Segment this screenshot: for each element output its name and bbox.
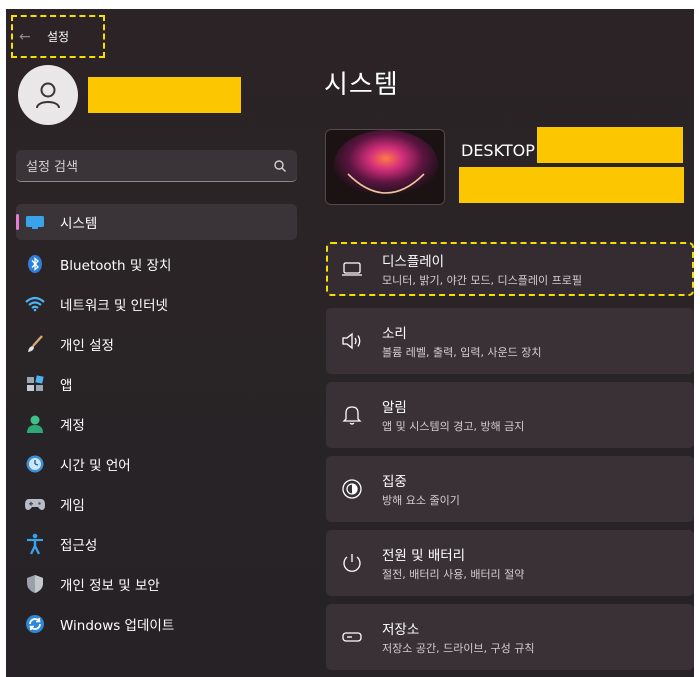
card-subtitle: 방해 요소 줄이기 bbox=[382, 494, 460, 507]
card-subtitle: 앱 및 시스템의 경고, 방해 금지 bbox=[382, 420, 525, 433]
system-icon bbox=[24, 211, 46, 233]
sidebar-item-label: 네트워크 및 인터넷 bbox=[60, 298, 168, 314]
card-title: 소리 bbox=[382, 326, 407, 342]
card-power-battery[interactable]: 전원 및 배터리 절전, 배터리 사용, 배터리 절약 bbox=[326, 530, 694, 596]
sidebar-item-label: 게임 bbox=[60, 498, 85, 514]
username-redaction bbox=[88, 77, 241, 113]
wallpaper-image bbox=[326, 130, 444, 204]
card-storage[interactable]: 저장소 저장소 공간, 드라이브, 구성 규칙 bbox=[326, 604, 694, 670]
sidebar-item-accounts[interactable]: 계정 bbox=[16, 404, 297, 444]
card-sound[interactable]: 소리 볼륨 레벨, 출력, 입력, 사운드 장치 bbox=[326, 308, 694, 374]
account-icon bbox=[24, 413, 46, 435]
sidebar-item-label: 접근성 bbox=[60, 538, 98, 554]
bell-icon bbox=[340, 403, 364, 427]
device-name-redaction bbox=[537, 127, 683, 163]
card-subtitle: 볼륨 레벨, 출력, 입력, 사운드 장치 bbox=[382, 346, 542, 359]
card-display[interactable]: 디스플레이 모니터, 밝기, 야간 모드, 디스플레이 프로필 bbox=[326, 242, 694, 296]
page-title: 시스템 bbox=[324, 70, 399, 100]
sidebar-item-label: 개인 설정 bbox=[60, 338, 114, 354]
card-title: 전원 및 배터리 bbox=[382, 548, 466, 564]
sidebar-nav: 시스템 Bluetooth 및 장치 네트워크 및 인터넷 개인 설정 앱 계정… bbox=[16, 204, 297, 644]
device-wallpaper-thumbnail[interactable] bbox=[325, 129, 445, 205]
sidebar-item-network[interactable]: 네트워크 및 인터넷 bbox=[16, 284, 297, 324]
card-notifications[interactable]: 알림 앱 및 시스템의 경고, 방해 금지 bbox=[326, 382, 694, 448]
display-icon bbox=[340, 257, 364, 281]
card-title: 알림 bbox=[382, 400, 407, 416]
search-placeholder: 설정 검색 bbox=[26, 160, 78, 175]
settings-window: ← 설정 설정 검색 시스템 Bluetooth 및 장치 네트워크 및 인터넷… bbox=[6, 9, 694, 677]
sidebar-item-system[interactable]: 시스템 bbox=[16, 204, 297, 240]
sidebar-item-label: 개인 정보 및 보안 bbox=[60, 578, 160, 594]
card-title: 집중 bbox=[382, 474, 407, 490]
update-icon bbox=[24, 613, 46, 635]
shield-icon bbox=[24, 573, 46, 595]
card-focus[interactable]: 집중 방해 요소 줄이기 bbox=[326, 456, 694, 522]
avatar[interactable] bbox=[18, 65, 78, 125]
card-title: 저장소 bbox=[382, 622, 420, 638]
accessibility-icon bbox=[24, 533, 46, 555]
gamepad-icon bbox=[24, 493, 46, 515]
power-icon bbox=[340, 551, 364, 575]
sidebar-item-windows-update[interactable]: Windows 업데이트 bbox=[16, 604, 297, 644]
sidebar-item-label: Windows 업데이트 bbox=[60, 618, 175, 634]
bluetooth-icon bbox=[24, 253, 46, 275]
sidebar-item-personalization[interactable]: 개인 설정 bbox=[16, 324, 297, 364]
storage-icon bbox=[340, 625, 364, 649]
search-icon bbox=[274, 159, 286, 172]
device-model-redaction bbox=[459, 167, 684, 203]
sidebar-item-privacy[interactable]: 개인 정보 및 보안 bbox=[16, 564, 297, 604]
time-language-icon bbox=[24, 453, 46, 475]
sidebar-item-label: Bluetooth 및 장치 bbox=[60, 258, 172, 274]
sidebar-item-gaming[interactable]: 게임 bbox=[16, 484, 297, 524]
device-name: DESKTOP bbox=[461, 141, 535, 160]
app-title: 설정 bbox=[47, 30, 70, 44]
focus-icon bbox=[340, 477, 364, 501]
user-icon bbox=[36, 82, 60, 109]
sidebar-item-label: 시스템 bbox=[60, 216, 98, 232]
back-arrow-icon[interactable]: ← bbox=[19, 29, 33, 45]
sidebar-item-label: 앱 bbox=[60, 378, 73, 394]
sidebar-item-time-language[interactable]: 시간 및 언어 bbox=[16, 444, 297, 484]
system-settings-list: 디스플레이 모니터, 밝기, 야간 모드, 디스플레이 프로필 소리 볼륨 레벨… bbox=[326, 242, 694, 677]
sidebar-item-accessibility[interactable]: 접근성 bbox=[16, 524, 297, 564]
brush-icon bbox=[24, 333, 46, 355]
wifi-icon bbox=[24, 293, 46, 315]
sidebar-item-label: 계정 bbox=[60, 418, 85, 434]
sidebar-item-apps[interactable]: 앱 bbox=[16, 364, 297, 404]
card-title: 디스플레이 bbox=[382, 254, 445, 270]
card-subtitle: 저장소 공간, 드라이브, 구성 규칙 bbox=[382, 642, 535, 655]
search-input[interactable]: 설정 검색 bbox=[16, 150, 297, 182]
card-subtitle: 절전, 배터리 사용, 배터리 절약 bbox=[382, 568, 525, 581]
speaker-icon bbox=[340, 329, 364, 353]
apps-icon bbox=[24, 373, 46, 395]
sidebar-item-label: 시간 및 언어 bbox=[60, 458, 131, 474]
title-bar: ← 설정 bbox=[11, 15, 105, 58]
card-subtitle: 모니터, 밝기, 야간 모드, 디스플레이 프로필 bbox=[382, 274, 583, 287]
sidebar-item-bluetooth[interactable]: Bluetooth 및 장치 bbox=[16, 244, 297, 284]
